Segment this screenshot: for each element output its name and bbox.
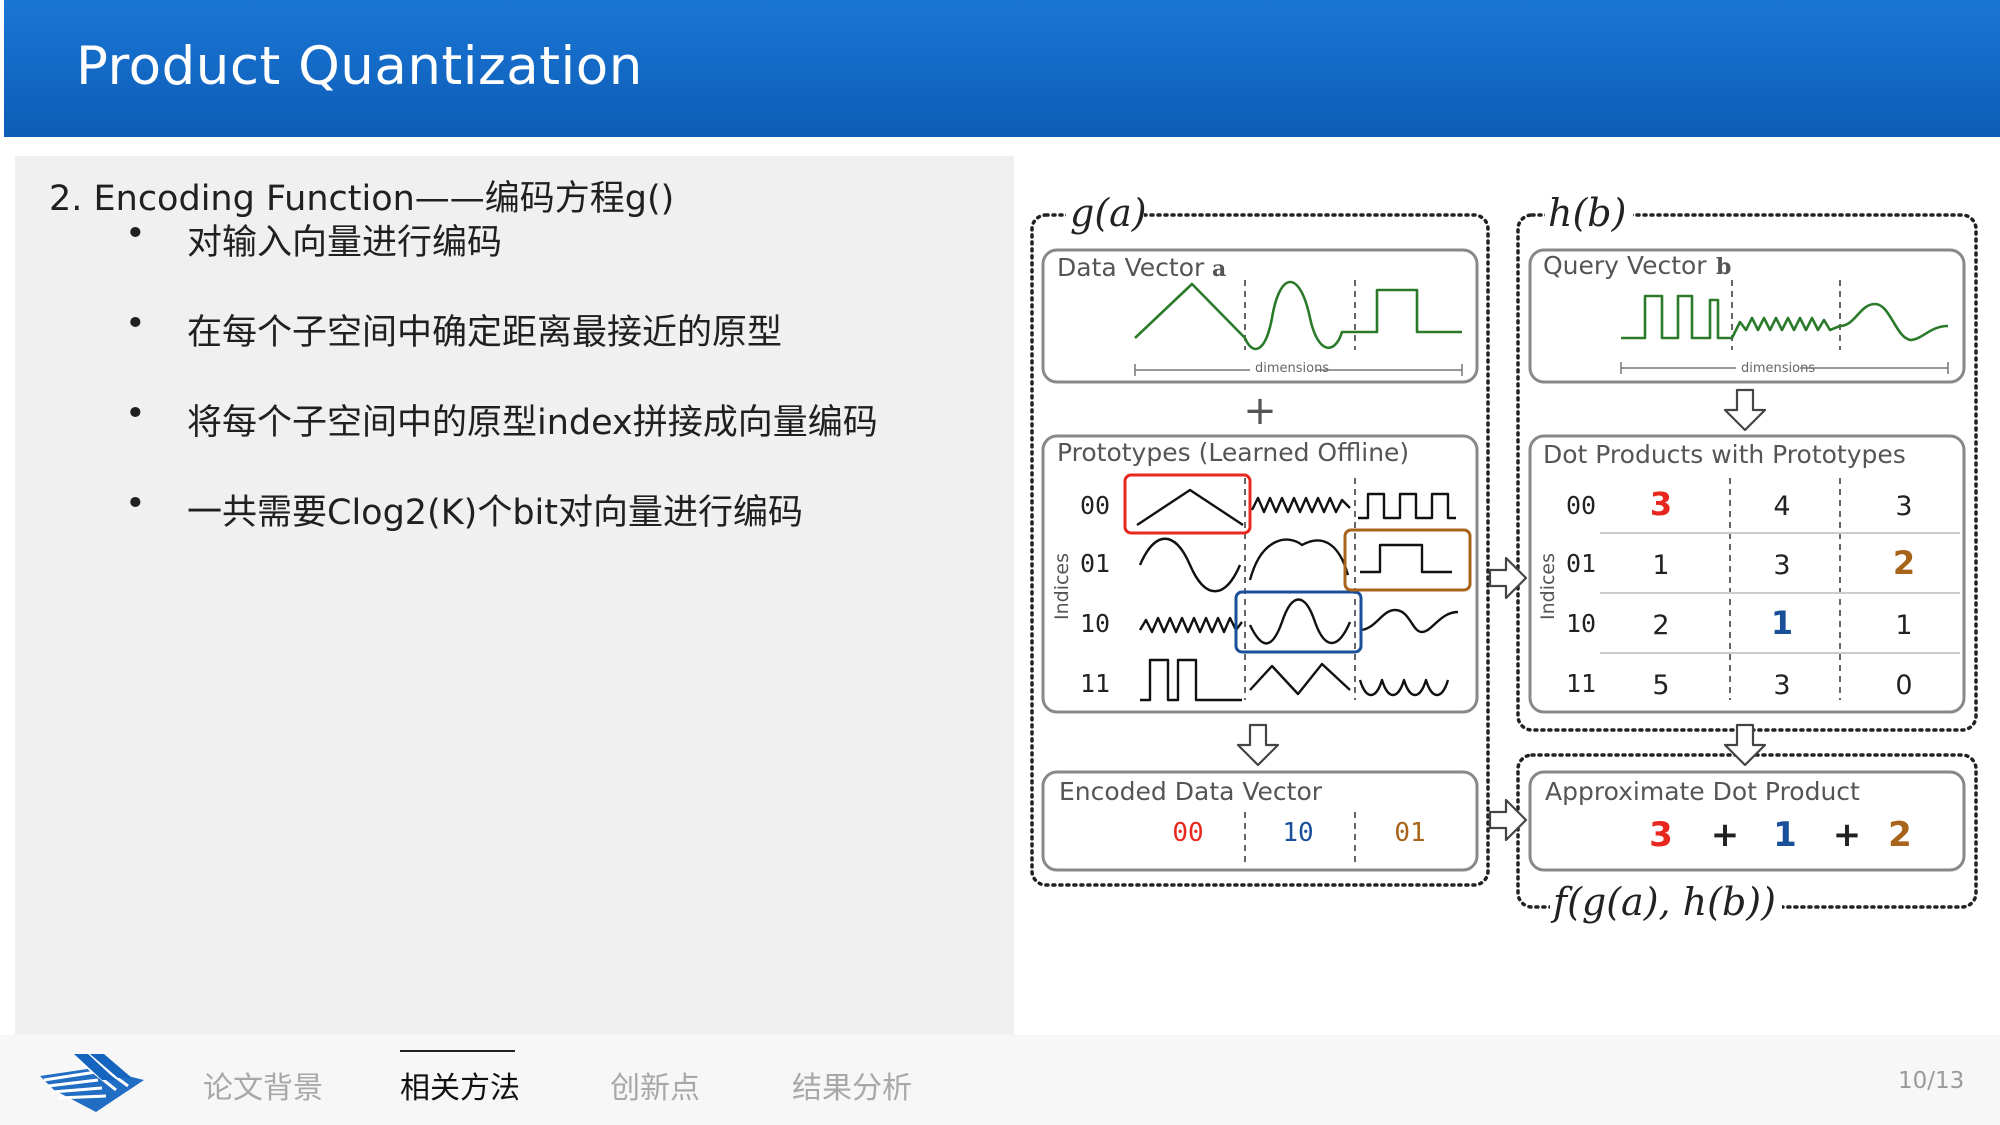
dot-value: 3 [1773, 670, 1790, 701]
dot-value: 2 [1652, 610, 1669, 641]
query-vector-title: Query Vector [1543, 251, 1707, 280]
dot-value: 1 [1652, 550, 1669, 581]
f-function-label: f(g(a), h(b)) [1550, 880, 1776, 924]
right-arrow-icon [1488, 798, 1528, 842]
encoded-code: 00 [1172, 818, 1203, 848]
approx-term: 1 [1773, 815, 1797, 855]
dot-value: 3 [1895, 491, 1912, 522]
header-bar: Product Quantization [4, 0, 2000, 137]
plus-sign: + [1243, 388, 1277, 434]
data-vector-title: Data Vector [1057, 253, 1205, 282]
indices-label: Indices [1051, 553, 1073, 620]
down-arrow-icon [1236, 723, 1280, 767]
indices-label: Indices [1537, 553, 1559, 620]
prototypes-title: Prototypes (Learned Offline) [1057, 438, 1409, 467]
page-number: 10/13 [1898, 1068, 1965, 1094]
footer-bar: 论文背景 相关方法 创新点 结果分析 10/13 [0, 1035, 2000, 1125]
dot-value: 1 [1771, 604, 1793, 642]
approx-plus: + [1711, 815, 1740, 855]
approx-plus: + [1833, 815, 1862, 855]
index-code: 00 [1080, 491, 1110, 520]
content-panel: 2. Encoding Function——编码方程g() • 对输入向量进行编码… [15, 156, 1014, 1052]
index-code: 00 [1566, 491, 1596, 520]
encoded-code: 10 [1282, 818, 1313, 848]
index-code: 10 [1566, 609, 1596, 638]
page-title: Product Quantization [76, 36, 643, 97]
dot-value: 1 [1895, 610, 1912, 641]
dot-value: 4 [1773, 491, 1790, 522]
nav-item-background[interactable]: 论文背景 [203, 1063, 323, 1107]
right-arrow-icon [1488, 556, 1528, 600]
approx-title: Approximate Dot Product [1545, 777, 1860, 806]
dot-value: 2 [1893, 544, 1915, 582]
dot-value: 5 [1652, 670, 1669, 701]
encoded-code: 01 [1394, 818, 1425, 848]
index-code: 11 [1566, 669, 1596, 698]
g-function-label: g(a) [1070, 191, 1147, 235]
dimensions-label: dimensions [1255, 361, 1329, 376]
dot-value: 0 [1895, 670, 1912, 701]
index-code: 01 [1080, 549, 1110, 578]
dot-value: 3 [1773, 550, 1790, 581]
index-code: 01 [1566, 549, 1596, 578]
logo-icon [40, 1054, 144, 1112]
nav-item-methods[interactable]: 相关方法 [400, 1063, 520, 1107]
data-vector-var: a [1212, 256, 1226, 282]
active-nav-indicator [400, 1050, 515, 1052]
encoded-title: Encoded Data Vector [1059, 777, 1323, 806]
down-arrow-icon [1723, 388, 1767, 432]
nav-item-results[interactable]: 结果分析 [792, 1063, 912, 1107]
query-vector-var: b [1716, 254, 1731, 280]
nav-item-innovation[interactable]: 创新点 [610, 1063, 700, 1107]
approx-term: 3 [1649, 815, 1673, 855]
dot-value: 3 [1650, 485, 1672, 523]
h-function-label: h(b) [1548, 191, 1626, 235]
pq-diagram: g(a) h(b) f(g(a), h(b)) Data Vector a Qu… [1030, 191, 1978, 940]
dot-products-title: Dot Products with Prototypes [1543, 440, 1906, 469]
approx-term: 2 [1888, 815, 1912, 855]
index-code: 10 [1080, 609, 1110, 638]
index-code: 11 [1080, 669, 1110, 698]
